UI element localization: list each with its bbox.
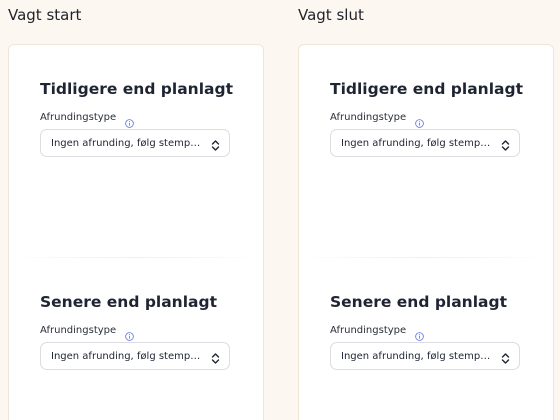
section-heading: Tidligere end planlagt [330,80,523,98]
column-title: Vagt start [8,6,82,24]
select-value: Ingen afrunding, følg stempeltid [51,350,205,362]
rounding-settings-page: Vagt start Tidligere end planlagt Afrund… [0,0,560,420]
chevron-up-down-icon [501,350,510,364]
info-icon[interactable] [415,326,424,341]
select-value: Ingen afrunding, følg stempeltid [51,137,205,149]
field-label-row: Afrundingstype [330,109,530,128]
section-earlier-than-planned: Tidligere end planlagt Afrundingstype In… [330,79,530,157]
settings-card: Tidligere end planlagt Afrundingstype In… [8,44,264,420]
field-label: Afrundingstype [40,324,117,336]
field-label: Afrundingstype [330,111,407,123]
info-icon[interactable] [125,326,134,341]
info-icon[interactable] [125,113,134,128]
select-value: Ingen afrunding, følg stempeltid [341,137,495,149]
section-divider [9,257,263,258]
field-label: Afrundingstype [330,324,407,336]
rounding-type-select[interactable]: Ingen afrunding, følg stempeltid [330,129,520,157]
rounding-type-select[interactable]: Ingen afrunding, følg stempeltid [40,342,230,370]
section-earlier-than-planned: Tidligere end planlagt Afrundingstype In… [40,79,240,157]
section-later-than-planned: Senere end planlagt Afrundingstype Ingen… [40,292,240,370]
section-divider [299,257,553,258]
section-heading: Tidligere end planlagt [40,80,233,98]
info-icon[interactable] [415,113,424,128]
field-label: Afrundingstype [40,111,117,123]
field-label-row: Afrundingstype [40,322,240,341]
column-title: Vagt slut [298,6,364,24]
field-label-row: Afrundingstype [40,109,240,128]
chevron-up-down-icon [211,137,220,151]
rounding-type-select[interactable]: Ingen afrunding, følg stempeltid [330,342,520,370]
field-label-row: Afrundingstype [330,322,530,341]
section-later-than-planned: Senere end planlagt Afrundingstype Ingen… [330,292,530,370]
rounding-type-select[interactable]: Ingen afrunding, følg stempeltid [40,129,230,157]
chevron-up-down-icon [211,350,220,364]
select-value: Ingen afrunding, følg stempeltid [341,350,495,362]
settings-card: Tidligere end planlagt Afrundingstype In… [298,44,554,420]
section-heading: Senere end planlagt [330,293,507,311]
chevron-up-down-icon [501,137,510,151]
section-heading: Senere end planlagt [40,293,217,311]
